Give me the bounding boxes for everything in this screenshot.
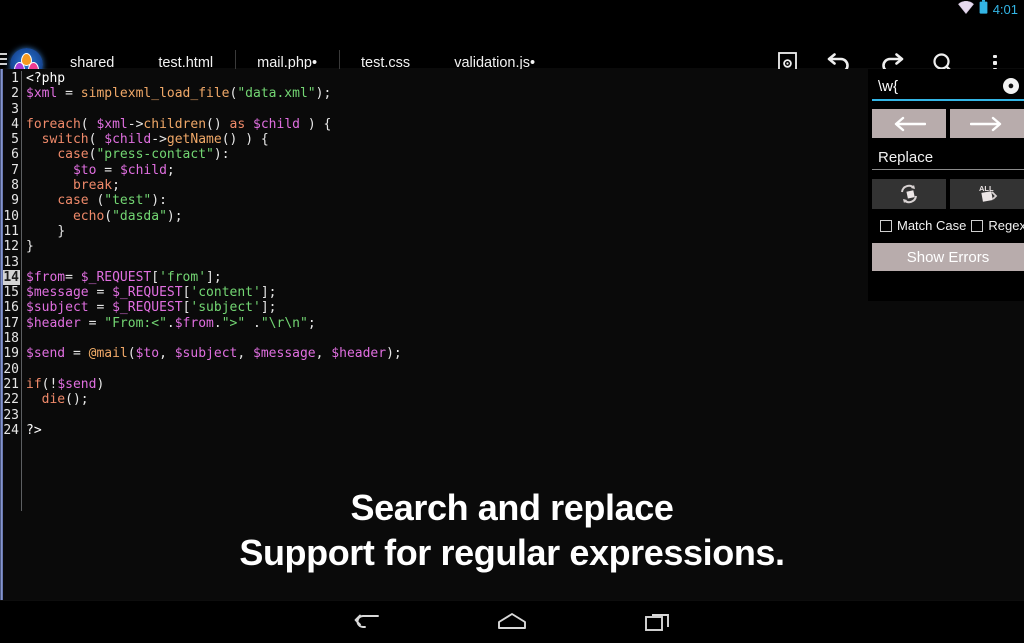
code-line: $header = "From:<".$from.">" ."\r\n"; — [26, 315, 316, 331]
code-line: switch( $child->getName() ) { — [41, 132, 269, 148]
replace-one-icon[interactable] — [872, 179, 946, 209]
regex-label: Regex — [988, 218, 1024, 233]
line-number: 24 — [3, 422, 19, 438]
line-number: 5 — [11, 132, 19, 148]
action-bar: shared test.html mail.php• test.css vali… — [0, 19, 1024, 88]
search-options-row: Match Case Regex — [872, 218, 1024, 233]
show-errors-button[interactable]: Show Errors — [872, 243, 1024, 271]
find-navigation-row — [872, 109, 1024, 138]
line-number: 16 — [3, 300, 19, 316]
line-number: 11 — [3, 223, 19, 239]
code-line: $to = $child; — [72, 162, 175, 178]
code-line: $message = $_REQUEST['content']; — [26, 285, 277, 301]
line-number: 14 — [3, 269, 20, 286]
line-number: 15 — [3, 285, 19, 301]
status-bar: 4:01 — [0, 0, 1024, 19]
code-line: } — [57, 223, 66, 239]
svg-text:ALL: ALL — [979, 184, 994, 193]
recent-apps-icon[interactable] — [635, 607, 681, 637]
code-line: break; — [72, 178, 120, 194]
code-line: foreach( $xml->children() as $child ) { — [26, 116, 332, 132]
code-line: $send = @mail($to, $subject, $message, $… — [26, 346, 402, 362]
line-number: 20 — [3, 361, 19, 377]
find-previous-button[interactable] — [872, 109, 946, 138]
line-number: 12 — [3, 239, 19, 255]
back-arrow-icon[interactable] — [343, 607, 389, 637]
regex-checkbox[interactable] — [971, 219, 984, 232]
line-number: 19 — [3, 346, 19, 362]
line-number-gutter: 1 2 3 4 5 6 7 8 9 10 11 12 13 14 15 16 17 18 19 20 21 22 23 24 — [3, 71, 22, 511]
home-icon[interactable] — [489, 607, 535, 637]
code-line: case("press-contact"): — [57, 147, 230, 163]
match-case-checkbox[interactable] — [880, 219, 892, 232]
code-area[interactable]: 1 2 3 4 5 6 7 8 9 10 11 12 13 14 15 16 17 18 19 20 21 22 23 24 … — [3, 71, 863, 511]
replace-input-placeholder: Replace — [878, 148, 934, 166]
code-line: case ("test"): — [57, 193, 167, 209]
wifi-icon — [957, 0, 974, 19]
android-navigation-bar — [0, 600, 1024, 643]
line-number: 1 — [11, 71, 19, 86]
line-number: 17 — [3, 315, 19, 331]
match-case-label: Match Case — [897, 218, 967, 233]
line-number: 3 — [11, 101, 19, 117]
line-number: 18 — [3, 331, 19, 347]
line-number: 23 — [3, 407, 19, 423]
code-line: echo("dasda"); — [72, 208, 183, 224]
code-line: $subject = $_REQUEST['subject']; — [26, 300, 277, 316]
search-input-value: \w{ — [878, 77, 899, 95]
code-line: ?> — [26, 422, 42, 438]
search-replace-panel: \w{ ● Replace ALL Match Case Regex Show … — [868, 69, 1024, 301]
device-screen: 4:01 shared test.html mail.php• test.css — [0, 0, 1024, 643]
line-number: 8 — [11, 178, 19, 194]
line-number: 10 — [3, 208, 19, 224]
line-number: 9 — [11, 193, 19, 209]
search-input[interactable]: \w{ ● — [872, 73, 1024, 101]
line-number: 22 — [3, 392, 19, 408]
replace-all-icon[interactable]: ALL — [950, 179, 1024, 209]
code-line: <?php — [26, 71, 66, 86]
code-line: } — [26, 239, 34, 255]
clear-circle-icon[interactable]: ● — [1003, 78, 1019, 94]
battery-icon — [979, 0, 988, 19]
line-number: 6 — [11, 147, 19, 163]
line-number: 2 — [11, 86, 19, 102]
hamburger-menu-icon[interactable] — [0, 53, 7, 65]
find-next-button[interactable] — [950, 109, 1024, 138]
line-number: 7 — [11, 162, 19, 178]
code-line: $xml = simplexml_load_file("data.xml"); — [26, 86, 332, 102]
code-line: $from= $_REQUEST['from']; — [26, 269, 222, 285]
replace-input[interactable]: Replace — [872, 145, 1024, 170]
line-number: 13 — [3, 254, 19, 270]
code-line: die(); — [41, 392, 89, 408]
replace-actions-row: ALL — [872, 179, 1024, 209]
code-line: if(!$send) — [26, 376, 105, 392]
line-number: 21 — [3, 376, 19, 392]
status-bar-clock: 4:01 — [992, 2, 1018, 17]
code-text[interactable]: <?php $xml = simplexml_load_file("data.xm… — [22, 71, 863, 511]
line-number: 4 — [11, 116, 19, 132]
